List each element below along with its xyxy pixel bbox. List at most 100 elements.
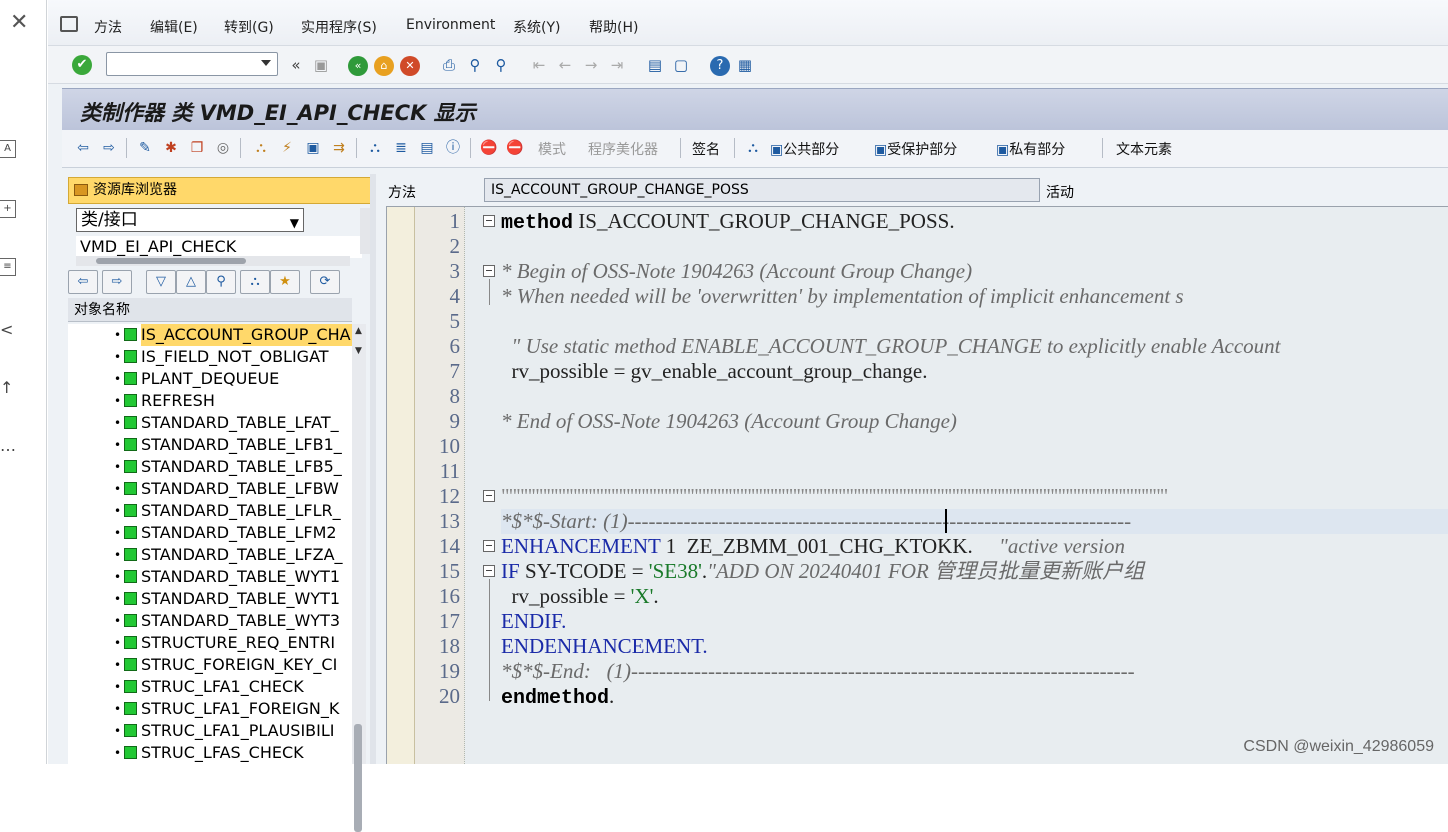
- next-object-icon[interactable]: ⇨: [102, 270, 132, 294]
- share-icon[interactable]: <: [0, 320, 13, 339]
- menu-system[interactable]: 系统(Y): [513, 17, 560, 37]
- repository-browser-title[interactable]: 资源库浏览器: [68, 177, 372, 204]
- tree-item[interactable]: • STANDARD_TABLE_LFAT_: [68, 412, 352, 434]
- more-icon[interactable]: …: [0, 436, 16, 455]
- fold-toggle-icon[interactable]: [483, 540, 495, 552]
- test-icon[interactable]: ▣: [304, 139, 322, 157]
- help-icon[interactable]: ?: [710, 56, 730, 76]
- text-elements-button[interactable]: 文本元素: [1116, 139, 1172, 159]
- previous-page-icon[interactable]: ←: [556, 55, 574, 75]
- tree-item[interactable]: • STANDARD_TABLE_WYT3: [68, 610, 352, 632]
- cancel-icon[interactable]: ✕: [400, 56, 420, 76]
- menu-method[interactable]: 方法: [94, 17, 122, 37]
- protected-section-button[interactable]: ▣受保护部分: [874, 139, 957, 159]
- code-editor[interactable]: 1 2 3 4 5 6 7 8 9 10 11 12 13 14 15 16 17 18 19 20 method I…: [386, 206, 1448, 764]
- shortcut-icon[interactable]: ▢: [672, 55, 690, 75]
- pane-splitter[interactable]: [370, 174, 376, 764]
- tree-item[interactable]: • STANDARD_TABLE_LFB5_: [68, 456, 352, 478]
- document-icon[interactable]: ≡: [0, 258, 16, 276]
- navigate-icon[interactable]: ⇉: [330, 139, 348, 157]
- info-icon[interactable]: ⓘ: [444, 139, 462, 157]
- back-arrow-icon[interactable]: ⇦: [74, 139, 92, 157]
- tree-item[interactable]: • STRUC_FOREIGN_KEY_CI: [68, 654, 352, 676]
- enter-icon[interactable]: ✔: [72, 55, 92, 75]
- last-page-icon[interactable]: ⇥: [608, 55, 626, 75]
- scroll-down-icon[interactable]: ▼: [355, 346, 362, 356]
- chevron-down-icon[interactable]: [261, 60, 271, 66]
- tree-item[interactable]: • STANDARD_TABLE_LFB1_: [68, 434, 352, 456]
- collapse-icon[interactable]: △: [176, 270, 206, 294]
- activate-icon[interactable]: ⚡: [278, 139, 296, 157]
- scroll-up-icon[interactable]: ▲: [355, 326, 362, 336]
- menu-utilities[interactable]: 实用程序(S): [301, 17, 377, 37]
- fold-toggle-icon[interactable]: [483, 215, 495, 227]
- refresh-icon[interactable]: ⟳: [310, 270, 340, 294]
- app-menu-icon[interactable]: [60, 16, 78, 32]
- tree-item[interactable]: • STANDARD_TABLE_LFBW: [68, 478, 352, 500]
- method-name-field[interactable]: IS_ACCOUNT_GROUP_CHANGE_POSS: [484, 178, 1040, 202]
- private-section-button[interactable]: ▣私有部分: [996, 139, 1065, 159]
- print-icon[interactable]: ⎙: [440, 55, 458, 75]
- save-icon[interactable]: ▣: [312, 55, 330, 75]
- other-object-icon[interactable]: ❐: [188, 139, 206, 157]
- tree-item[interactable]: • STRUC_LFAS_CHECK: [68, 742, 352, 764]
- tree-item[interactable]: • IS_FIELD_NOT_OBLIGAT: [68, 346, 352, 368]
- fold-toggle-icon[interactable]: [483, 490, 495, 502]
- list-icon[interactable]: ▤: [418, 139, 436, 157]
- close-icon[interactable]: ✕: [10, 12, 28, 34]
- display-change-icon[interactable]: ✎: [136, 139, 154, 157]
- tree-item[interactable]: • STRUC_LFA1_PLAUSIBILI: [68, 720, 352, 742]
- object-type-select[interactable]: 类/接口 ▼: [76, 208, 304, 232]
- fold-toggle-icon[interactable]: [483, 265, 495, 277]
- command-field[interactable]: [106, 52, 278, 76]
- hierarchy-icon[interactable]: ⛬: [240, 270, 270, 294]
- exit-icon[interactable]: ⌂: [374, 56, 394, 76]
- tree-item[interactable]: • STRUC_LFA1_FOREIGN_K: [68, 698, 352, 720]
- previous-object-icon[interactable]: ⇦: [68, 270, 98, 294]
- text-icon[interactable]: A: [0, 140, 16, 158]
- signature-button[interactable]: 签名: [692, 139, 720, 159]
- find-next-icon[interactable]: ⚲: [492, 55, 510, 75]
- horizontal-scrollbar[interactable]: [76, 256, 350, 266]
- find-icon[interactable]: ⚲: [206, 270, 236, 294]
- menu-edit[interactable]: 编辑(E): [150, 17, 198, 37]
- tree-item[interactable]: • STANDARD_TABLE_LFZA_: [68, 544, 352, 566]
- layout-menu-icon[interactable]: ▦: [736, 55, 754, 75]
- chevron-down-icon[interactable]: ▼: [290, 212, 299, 234]
- public-section-button[interactable]: ▣公共部分: [770, 139, 839, 159]
- pretty-printer-button[interactable]: 程序美化器: [588, 139, 658, 159]
- favorites-icon[interactable]: ★: [270, 270, 300, 294]
- breakpoint-icon[interactable]: ⛔: [480, 139, 498, 157]
- new-session-icon[interactable]: ▤: [646, 55, 664, 75]
- collapse-toolbar-icon[interactable]: «: [288, 55, 304, 75]
- menu-goto[interactable]: 转到(G): [224, 17, 274, 37]
- expand-icon[interactable]: ▽: [146, 270, 176, 294]
- stop-icon[interactable]: ⛔: [506, 139, 524, 157]
- tree-item[interactable]: • STRUC_LFA1_CHECK: [68, 676, 352, 698]
- tree-item[interactable]: • PLANT_DEQUEUE: [68, 368, 352, 390]
- mode-button[interactable]: 模式: [538, 139, 566, 159]
- tree-item[interactable]: • STANDARD_TABLE_WYT1: [68, 588, 352, 610]
- check-icon[interactable]: ◎: [214, 139, 232, 157]
- tree-item[interactable]: • STANDARD_TABLE_LFM2: [68, 522, 352, 544]
- find-icon[interactable]: ⚲: [466, 55, 484, 75]
- structure-icon[interactable]: ⛬: [744, 139, 762, 157]
- where-used-icon[interactable]: ⛬: [252, 139, 270, 157]
- scrollbar-thumb[interactable]: [96, 258, 246, 264]
- active-inactive-icon[interactable]: ✱: [162, 139, 180, 157]
- tree-item[interactable]: • REFRESH: [68, 390, 352, 412]
- menu-environment[interactable]: Environment: [406, 17, 495, 33]
- tree-item[interactable]: • STANDARD_TABLE_LFLR_: [68, 500, 352, 522]
- hierarchy-icon[interactable]: ⛬: [366, 139, 384, 157]
- next-page-icon[interactable]: →: [582, 55, 600, 75]
- back-icon[interactable]: «: [348, 56, 368, 76]
- export-icon[interactable]: ↑: [0, 378, 13, 397]
- first-page-icon[interactable]: ⇤: [530, 55, 548, 75]
- tree-item[interactable]: • STANDARD_TABLE_WYT1: [68, 566, 352, 588]
- forward-arrow-icon[interactable]: ⇨: [100, 139, 118, 157]
- tree-scrollbar[interactable]: ▲ ▼: [352, 324, 366, 832]
- menu-help[interactable]: 帮助(H): [589, 17, 638, 37]
- tree-item[interactable]: • STRUCTURE_REQ_ENTRI: [68, 632, 352, 654]
- tree-item[interactable]: • IS_ACCOUNT_GROUP_CHANGE_POSS: [68, 324, 352, 346]
- object-name-input[interactable]: VMD_EI_API_CHECK: [76, 236, 362, 258]
